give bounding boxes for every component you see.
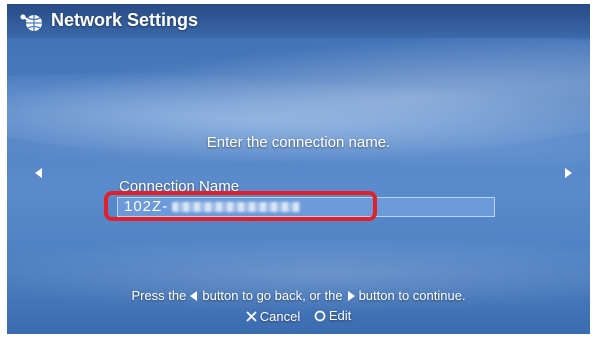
hint-text-end: button to continue. (358, 288, 466, 303)
title-bar: Network Settings (7, 4, 590, 38)
right-arrow-icon[interactable] (564, 167, 574, 179)
edit-label: Edit (328, 308, 352, 323)
psp-screen: Network Settings Enter the connection na… (7, 4, 590, 334)
navigation-hint: Press the button to go back, or the button… (7, 288, 590, 303)
page-title: Network Settings (51, 10, 199, 30)
left-button-icon (190, 291, 198, 301)
right-button-icon (347, 291, 355, 301)
highlight-box (104, 191, 377, 221)
hint-text-middle: button to go back, or the (202, 288, 343, 303)
left-arrow-icon[interactable] (33, 167, 43, 179)
cross-icon (246, 310, 257, 322)
edit-button[interactable]: Edit (314, 308, 351, 323)
cancel-button[interactable]: Cancel (246, 309, 300, 324)
instruction-text: Enter the connection name. (206, 134, 391, 151)
circle-icon (314, 310, 326, 321)
button-bar: Cancel Edit (7, 308, 590, 325)
cancel-label: Cancel (259, 308, 301, 324)
network-globe-icon (20, 14, 42, 31)
hint-text-start: Press the (131, 288, 187, 303)
